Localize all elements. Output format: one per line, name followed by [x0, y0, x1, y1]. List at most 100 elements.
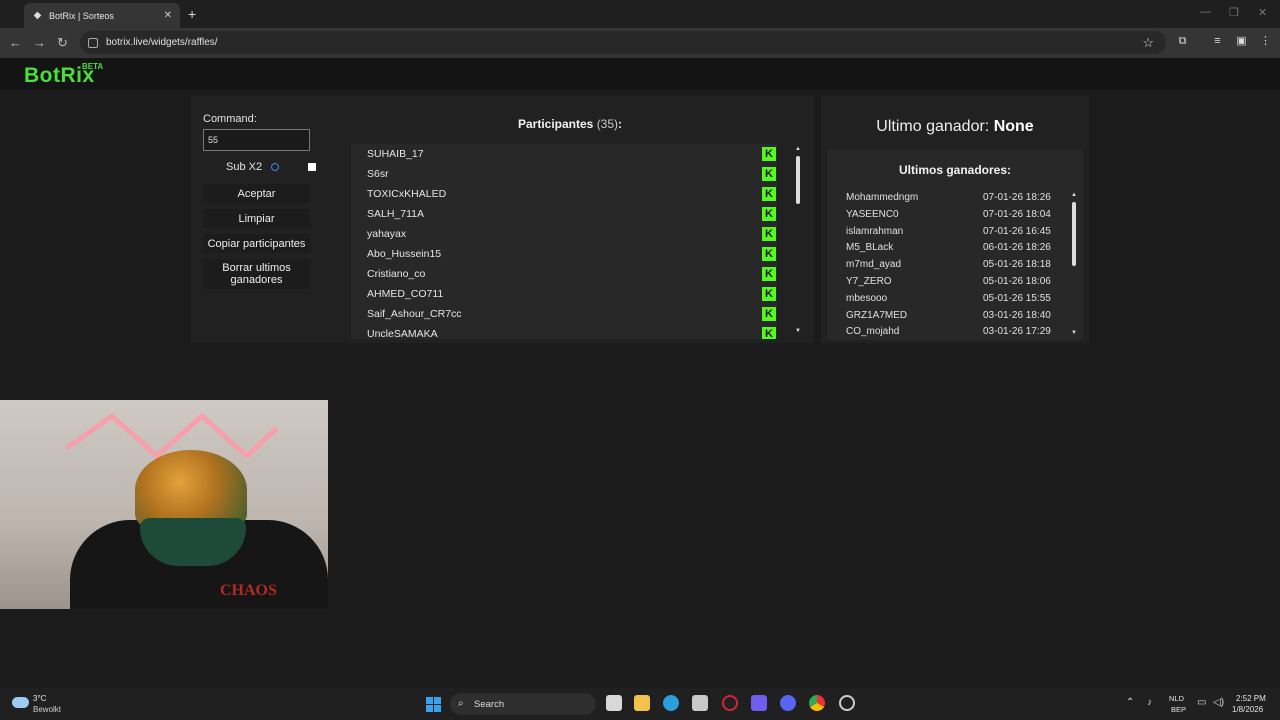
kick-icon: K	[762, 227, 776, 241]
clear-winners-button[interactable]: Borrar ultimos ganadores	[203, 259, 310, 289]
kick-icon: K	[762, 267, 776, 281]
task-view-icon[interactable]	[606, 695, 622, 711]
participant-row[interactable]: yahayax K	[351, 225, 777, 245]
winner-row: Mohammedngm 07-01-26 18:26	[827, 190, 1067, 207]
weather-temp[interactable]: 3°C	[33, 694, 46, 703]
close-window-icon[interactable]: ✕	[1258, 6, 1267, 19]
participant-row[interactable]: SUHAIB_17 K	[351, 145, 777, 165]
search-label: Search	[474, 698, 505, 710]
scroll-up-icon[interactable]: ▲	[794, 146, 802, 152]
keyboard-layout[interactable]: BEP	[1171, 705, 1186, 714]
command-input[interactable]	[203, 129, 310, 151]
file-explorer-icon[interactable]	[634, 695, 650, 711]
sub-x2-checkbox[interactable]	[308, 163, 316, 171]
participants-colon: :	[618, 117, 623, 131]
winner-name: m7md_ayad	[846, 259, 902, 271]
scroll-thumb[interactable]	[1072, 202, 1076, 266]
participant-row[interactable]: Saif_Ashour_CR7cc K	[351, 305, 777, 325]
winner-date: 05-01-26 18:18	[983, 259, 1051, 271]
command-label: Command:	[203, 113, 257, 125]
extensions-icon[interactable]: ⧉	[1176, 35, 1189, 48]
volume-icon[interactable]: ◁)	[1213, 697, 1224, 708]
kick-icon: K	[762, 247, 776, 261]
winner-name: mbesooo	[846, 292, 888, 304]
winner-name: GRZ1A7MED	[846, 309, 908, 321]
address-bar[interactable]: botrix.live/widgets/raffles/ ☆	[80, 31, 1166, 54]
back-icon[interactable]: ←	[9, 35, 22, 50]
scroll-down-icon[interactable]: ▼	[794, 328, 802, 334]
edge-icon[interactable]	[663, 695, 679, 711]
media-control-icon[interactable]: ≡	[1211, 35, 1224, 48]
recent-winners-title: Ultimos ganadores:	[898, 163, 1012, 177]
opera-icon[interactable]	[722, 695, 738, 711]
network-icon[interactable]: ▭	[1197, 697, 1206, 708]
new-tab-icon[interactable]: +	[188, 6, 196, 22]
winners-scrollbar[interactable]: ▲ ▼	[1070, 192, 1078, 338]
copy-participants-button[interactable]: Copiar participantes	[203, 234, 310, 253]
reload-icon[interactable]: ↻	[57, 35, 68, 51]
winner-row: Y7_ZERO 05-01-26 18:06	[827, 274, 1067, 291]
info-icon[interactable]	[271, 163, 279, 171]
weather-desc[interactable]: Bewolkt	[33, 705, 61, 714]
shirt-print: CHAOS	[220, 582, 277, 599]
participant-row[interactable]: UncleSAMAKA K	[351, 325, 777, 339]
start-icon[interactable]	[426, 697, 441, 712]
store-icon[interactable]	[692, 695, 708, 711]
participant-row[interactable]: TOXICxKHALED K	[351, 185, 777, 205]
winner-name: YASEENC0	[846, 208, 899, 220]
participant-name: SUHAIB_17	[367, 148, 424, 160]
scroll-thumb[interactable]	[796, 156, 800, 204]
language-code[interactable]: NLD	[1169, 694, 1184, 703]
participant-row[interactable]: Cristiano_co K	[351, 265, 777, 285]
participant-name: Saif_Ashour_CR7cc	[367, 308, 462, 320]
last-winner-label: Ultimo ganador:	[876, 118, 990, 135]
accept-button[interactable]: Aceptar	[203, 184, 310, 203]
close-tab-icon[interactable]: ✕	[164, 10, 172, 21]
discord-icon[interactable]	[780, 695, 796, 711]
tab-title: BotRix | Sorteos	[49, 10, 114, 21]
site-header: BotRix BETA	[0, 58, 1280, 90]
participant-row[interactable]: S6sr K	[351, 165, 777, 185]
scroll-down-icon[interactable]: ▼	[1070, 330, 1078, 336]
browser-tab[interactable]: ◆ BotRix | Sorteos ✕	[24, 3, 180, 28]
show-hidden-icons-icon[interactable]: ⌃	[1126, 697, 1134, 708]
participant-name: yahayax	[367, 228, 407, 240]
chrome-icon[interactable]	[809, 695, 825, 711]
site-info-icon[interactable]	[88, 37, 98, 48]
minimize-icon[interactable]: —	[1200, 6, 1211, 18]
search-icon: ⌕	[458, 698, 464, 709]
clear-button[interactable]: Limpiar	[203, 209, 310, 228]
participant-row[interactable]: Abo_Hussein15 K	[351, 245, 777, 265]
participant-row[interactable]: AHMED_CO711 K	[351, 285, 777, 305]
participant-row[interactable]: SALH_711A K	[351, 205, 777, 225]
participant-name: S6sr	[367, 168, 389, 180]
participants-list[interactable]: SUHAIB_17 K S6sr K TOXICxKHALED K SALH_711A Kya…	[351, 144, 777, 339]
menu-icon[interactable]: ⋮	[1259, 35, 1272, 48]
browser-tab-bar: ◆ BotRix | Sorteos ✕ + — ❐ ✕	[0, 0, 1280, 28]
profile-icon[interactable]: ▣	[1235, 35, 1248, 48]
url-text: botrix.live/widgets/raffles/	[106, 37, 218, 48]
video-editor-icon[interactable]	[751, 695, 767, 711]
winner-name: Mohammedngm	[846, 192, 919, 203]
forward-icon[interactable]: →	[33, 35, 46, 50]
scroll-up-icon[interactable]: ▲	[1070, 192, 1078, 198]
clear-winners-line2: ganadores	[230, 274, 283, 286]
participants-scrollbar[interactable]: ▲ ▼	[794, 146, 802, 336]
clock-date[interactable]: 1/8/2026	[1232, 705, 1263, 714]
participant-name: UncleSAMAKA	[367, 328, 438, 339]
participants-count: (35)	[596, 117, 619, 131]
cloud-icon[interactable]	[12, 697, 29, 708]
taskbar-search[interactable]: ⌕ Search	[450, 693, 596, 715]
winner-name: CO_mojahd	[846, 326, 900, 338]
winner-date: 07-01-26 18:26	[983, 192, 1051, 203]
recent-winners-box: Ultimos ganadores: Mohammedngm 07-01-26 1…	[827, 150, 1083, 340]
bookmark-star-icon[interactable]: ☆	[1142, 35, 1154, 51]
participant-name: TOXICxKHALED	[367, 188, 447, 200]
participant-name: Abo_Hussein15	[367, 248, 442, 260]
recent-winners-list[interactable]: Mohammedngm 07-01-26 18:26 YASEENC0 07-01-2…	[827, 190, 1083, 338]
microphone-icon[interactable]: ♪	[1147, 697, 1152, 708]
clock-time[interactable]: 2:52 PM	[1236, 694, 1266, 703]
obs-icon[interactable]	[839, 695, 855, 711]
maximize-icon[interactable]: ❐	[1229, 6, 1239, 19]
winner-date: 05-01-26 18:06	[983, 276, 1051, 287]
